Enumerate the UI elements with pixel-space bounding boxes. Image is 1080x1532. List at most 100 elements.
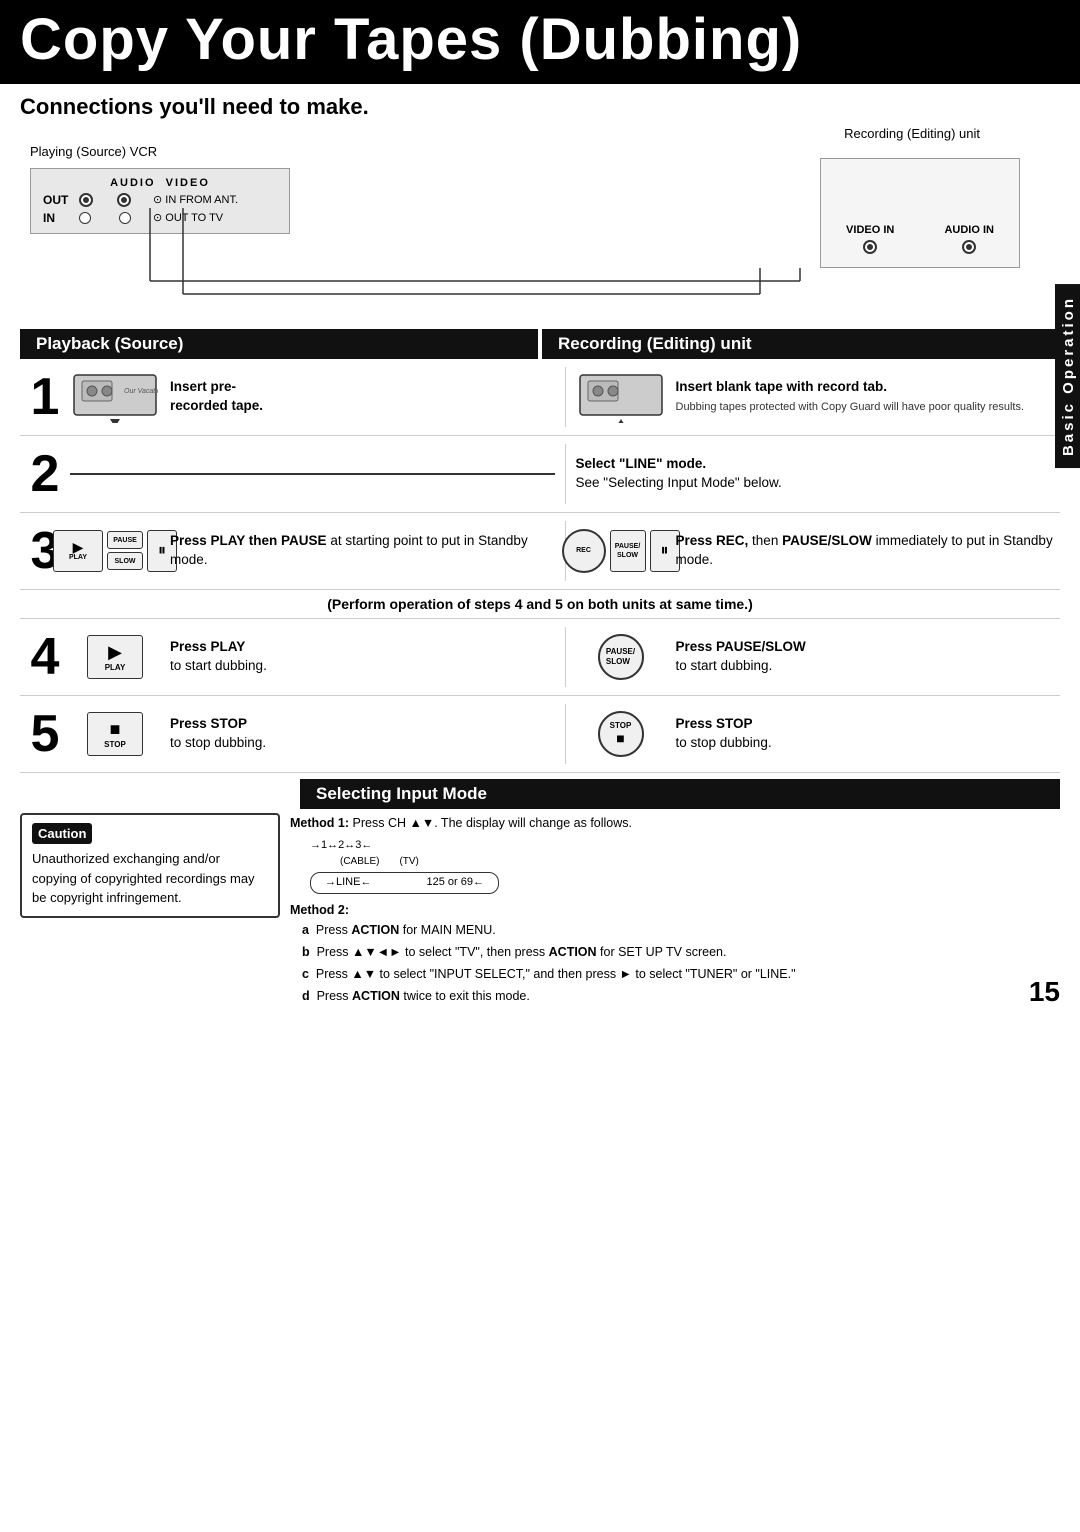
method2-step-a: a Press ACTION for MAIN MENU. xyxy=(302,920,1060,940)
recording-label-top: Recording (Editing) unit xyxy=(844,126,980,141)
page-number: 15 xyxy=(1029,976,1060,1008)
step-4-left-text: Press PLAY to start dubbing. xyxy=(170,638,267,676)
stop-label-5-left: STOP xyxy=(104,740,126,749)
play-triangle: ▶ xyxy=(73,540,84,554)
step-4-right: PAUSE/SLOW Press PAUSE/SLOW to start dub… xyxy=(565,627,1061,687)
rec-box-inner: VIDEO IN AUDIO IN xyxy=(820,158,1020,268)
audio-in-port xyxy=(79,212,91,224)
stop-square-5-right: ■ xyxy=(616,730,624,746)
pause-slow-group: PAUSE SLOW xyxy=(107,531,143,570)
step-4-left: ▶ PLAY Press PLAY to start dubbing. xyxy=(70,627,565,687)
stop-square-5-left: ■ xyxy=(110,719,121,740)
step-4-row: 4 ▶ PLAY Press PLAY to start dubbing. xyxy=(20,619,1060,696)
pause-slow-label-4: PAUSE/SLOW xyxy=(606,647,635,666)
play-btn-4: ▶ PLAY xyxy=(87,635,143,679)
tape-cassette-icon: Our Vacation xyxy=(72,371,158,423)
video-in-label: VIDEO IN xyxy=(846,224,894,236)
step-a-key: a xyxy=(302,923,309,937)
step-5-row: 5 ■ STOP Press STOP to stop dubbing. xyxy=(20,696,1060,773)
step-1-number: 1 xyxy=(20,367,70,427)
selecting-input-details: Method 1: Press CH ▲▼. The display will … xyxy=(290,813,1060,1008)
step-3-right-text: Press REC, then PAUSE/SLOW immediately t… xyxy=(676,532,1061,570)
step-1-right: Insert blank tape with record tab. Dubbi… xyxy=(565,367,1061,427)
pause-slow-btn-4: PAUSE/SLOW xyxy=(598,634,644,680)
playing-vcr-label: Playing (Source) VCR xyxy=(30,144,157,159)
method2-block: Method 2: xyxy=(290,900,1060,920)
caution-label: Caution xyxy=(32,823,92,845)
video-out-port xyxy=(117,193,131,207)
cable-label: (CABLE) xyxy=(340,854,379,870)
caution-box: Caution Unauthorized exchanging and/or c… xyxy=(20,813,280,918)
out-to-tv-label: ⊙ OUT TO TV xyxy=(153,211,223,224)
audio-out-port xyxy=(79,193,93,207)
page-title: Copy Your Tapes (Dubbing) xyxy=(20,8,1060,72)
step-2-right: Select "LINE" mode. See "Selecting Input… xyxy=(565,444,1061,504)
video-in-port-rec xyxy=(863,240,877,254)
step-c-key: c xyxy=(302,967,309,981)
step-3-pause-slow-bold: PAUSE/SLOW xyxy=(782,533,872,548)
step-5-left-bold: Press STOP xyxy=(170,716,247,731)
step-1-right-img xyxy=(576,369,666,425)
in-label: IN xyxy=(43,211,73,225)
page-header: Copy Your Tapes (Dubbing) xyxy=(0,0,1080,84)
audio-in-label: AUDIO IN xyxy=(944,224,994,236)
step-5-left-img: ■ STOP xyxy=(70,706,160,762)
step-2-number: 2 xyxy=(20,444,70,504)
step-4-right-text: Press PAUSE/SLOW to start dubbing. xyxy=(676,638,806,676)
in-from-ant-label: ⊙ IN FROM ANT. xyxy=(153,193,238,206)
method2-step-d: d Press ACTION twice to exit this mode. xyxy=(302,986,1060,1006)
step-1-left-img: Our Vacation xyxy=(70,369,160,425)
step-3-right-icons: REC PAUSE/SLOW ⏸ xyxy=(562,529,680,573)
method2-step-b: b Press ▲▼◄► to select "TV", then press … xyxy=(302,942,1060,962)
pause-label-btn: PAUSE xyxy=(107,531,143,549)
step-3-left-text: Press PLAY then PAUSE at starting point … xyxy=(170,532,555,570)
step-2-text: Select "LINE" mode. See "Selecting Input… xyxy=(576,455,782,493)
audio-in-port-rec xyxy=(962,240,976,254)
action-bold-b: ACTION xyxy=(549,945,597,959)
step-2-subtext: See "Selecting Input Mode" below. xyxy=(576,475,782,490)
step-5-number: 5 xyxy=(20,704,70,764)
pause-slow-label: PAUSE/ xyxy=(615,543,641,550)
selecting-input-section: Selecting Input Mode Caution Unauthorize… xyxy=(20,779,1060,1008)
action-bold-a: ACTION xyxy=(351,923,399,937)
step-1-right-note: Dubbing tapes protected with Copy Guard … xyxy=(676,401,1025,413)
step-1-row: 1 Our Vacation Insert pre- xyxy=(20,359,1060,436)
steps-container: 1 Our Vacation Insert pre- xyxy=(20,359,1060,773)
channel-sequence-row: →1↔2↔3← xyxy=(310,837,1060,855)
step-5-right-bold: Press STOP xyxy=(676,716,753,731)
blank-tape-icon xyxy=(578,371,664,423)
line-ch-row: →LINE← 125 or 69← xyxy=(310,872,499,894)
step-2-bold: Select "LINE" mode. xyxy=(576,456,707,471)
ch-arrow1: →1↔2↔3← xyxy=(310,837,372,855)
play-label: PLAY xyxy=(69,554,87,561)
rec-label: REC xyxy=(576,547,591,554)
step-1-left: Our Vacation Insert pre-recorded tape. xyxy=(70,367,565,427)
slow-label-btn: SLOW xyxy=(107,552,143,570)
step-2-left xyxy=(70,444,565,504)
caution-area: Caution Unauthorized exchanging and/or c… xyxy=(20,813,280,1008)
step-3-right-img: REC PAUSE/SLOW ⏸ xyxy=(576,523,666,579)
step-5-right-text: Press STOP to stop dubbing. xyxy=(676,715,772,753)
main-content: Connections you'll need to make. Recordi… xyxy=(0,84,1080,1018)
step-3-right-bold: Press REC, xyxy=(676,533,749,548)
step-2-line xyxy=(70,473,555,475)
selecting-input-header-row: Selecting Input Mode xyxy=(20,779,1060,809)
play-arrow-4: ▶ xyxy=(108,642,122,663)
step-4-left-img: ▶ PLAY xyxy=(70,629,160,685)
step-b-key: b xyxy=(302,945,310,959)
method2-label: Method 2: xyxy=(290,903,349,917)
method2-step-c: c Press ▲▼ to select "INPUT SELECT," and… xyxy=(302,964,1060,984)
step-3-left-icons: ▶ PLAY PAUSE SLOW ⏸ xyxy=(53,530,177,572)
selecting-input-content: Caution Unauthorized exchanging and/or c… xyxy=(20,813,1060,1008)
step-2-row: 2 Select "LINE" mode. See "Selecting Inp… xyxy=(20,436,1060,513)
step-3-left: ▶ PLAY PAUSE SLOW ⏸ Press PLAY then PAUS… xyxy=(70,521,565,581)
method1-bold: Method 1: xyxy=(290,816,349,830)
step-3-right: REC PAUSE/SLOW ⏸ Press REC, then PAUSE/S… xyxy=(565,521,1061,581)
step-4-right-bold: Press PAUSE/SLOW xyxy=(676,639,806,654)
stop-btn-5-left: ■ STOP xyxy=(87,712,143,756)
playback-source-header: Playback (Source) xyxy=(20,329,538,359)
method2-steps: a Press ACTION for MAIN MENU. b Press ▲▼… xyxy=(290,920,1060,1006)
rec-btn-icon: REC xyxy=(562,529,606,573)
selecting-input-header: Selecting Input Mode xyxy=(300,779,1060,809)
step-5-right-img: STOP ■ xyxy=(576,706,666,762)
